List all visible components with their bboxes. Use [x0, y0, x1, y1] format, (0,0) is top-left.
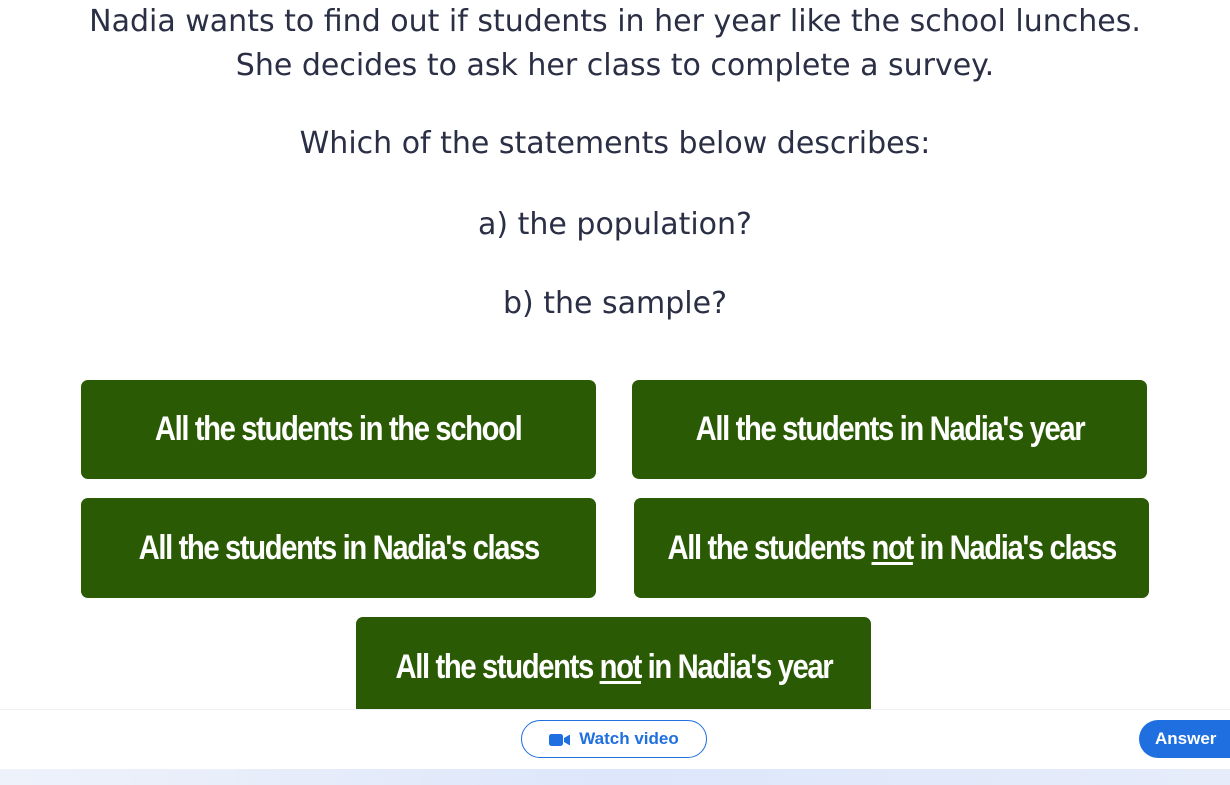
answer-label: Answer — [1155, 729, 1217, 748]
video-camera-icon — [549, 732, 571, 746]
option-label-end: in Nadia's year — [640, 647, 833, 686]
option-students-in-year[interactable]: All the students in Nadia's year — [632, 380, 1147, 479]
option-students-in-class[interactable]: All the students in Nadia's class — [81, 498, 596, 598]
option-students-not-in-year[interactable]: All the students not in Nadia's year — [356, 617, 871, 717]
option-label-emphasis: not — [599, 647, 642, 686]
option-label: All the students in the school — [155, 410, 523, 448]
question-line-1: Nadia wants to find out if students in h… — [89, 4, 1141, 39]
footer-strip — [0, 769, 1230, 785]
option-label-start: All the students — [395, 647, 600, 686]
option-label: All the students not in Nadia's class — [667, 528, 1117, 568]
option-label: All the students in Nadia's class — [138, 528, 540, 567]
question-part-b: b) the sample? — [502, 286, 728, 321]
answer-button[interactable]: Answer — [1139, 720, 1230, 758]
option-students-in-school[interactable]: All the students in the school — [81, 380, 596, 479]
question-page: Nadia wants to find out if students in h… — [0, 0, 1230, 785]
option-label: All the students not in Nadia's year — [395, 647, 833, 687]
option-label-emphasis: not — [871, 528, 914, 567]
question-line-2: She decides to ask her class to complete… — [235, 48, 995, 83]
question-prompt: Which of the statements below describes: — [299, 126, 931, 161]
option-students-not-in-class[interactable]: All the students not in Nadia's class — [634, 498, 1149, 598]
option-label: All the students in Nadia's year — [695, 410, 1085, 448]
question-part-a: a) the population? — [478, 207, 752, 242]
watch-video-button[interactable]: Watch video — [521, 720, 707, 758]
watch-video-label: Watch video — [579, 729, 679, 748]
option-label-start: All the students — [667, 528, 872, 567]
option-label-end: in Nadia's class — [912, 528, 1117, 567]
